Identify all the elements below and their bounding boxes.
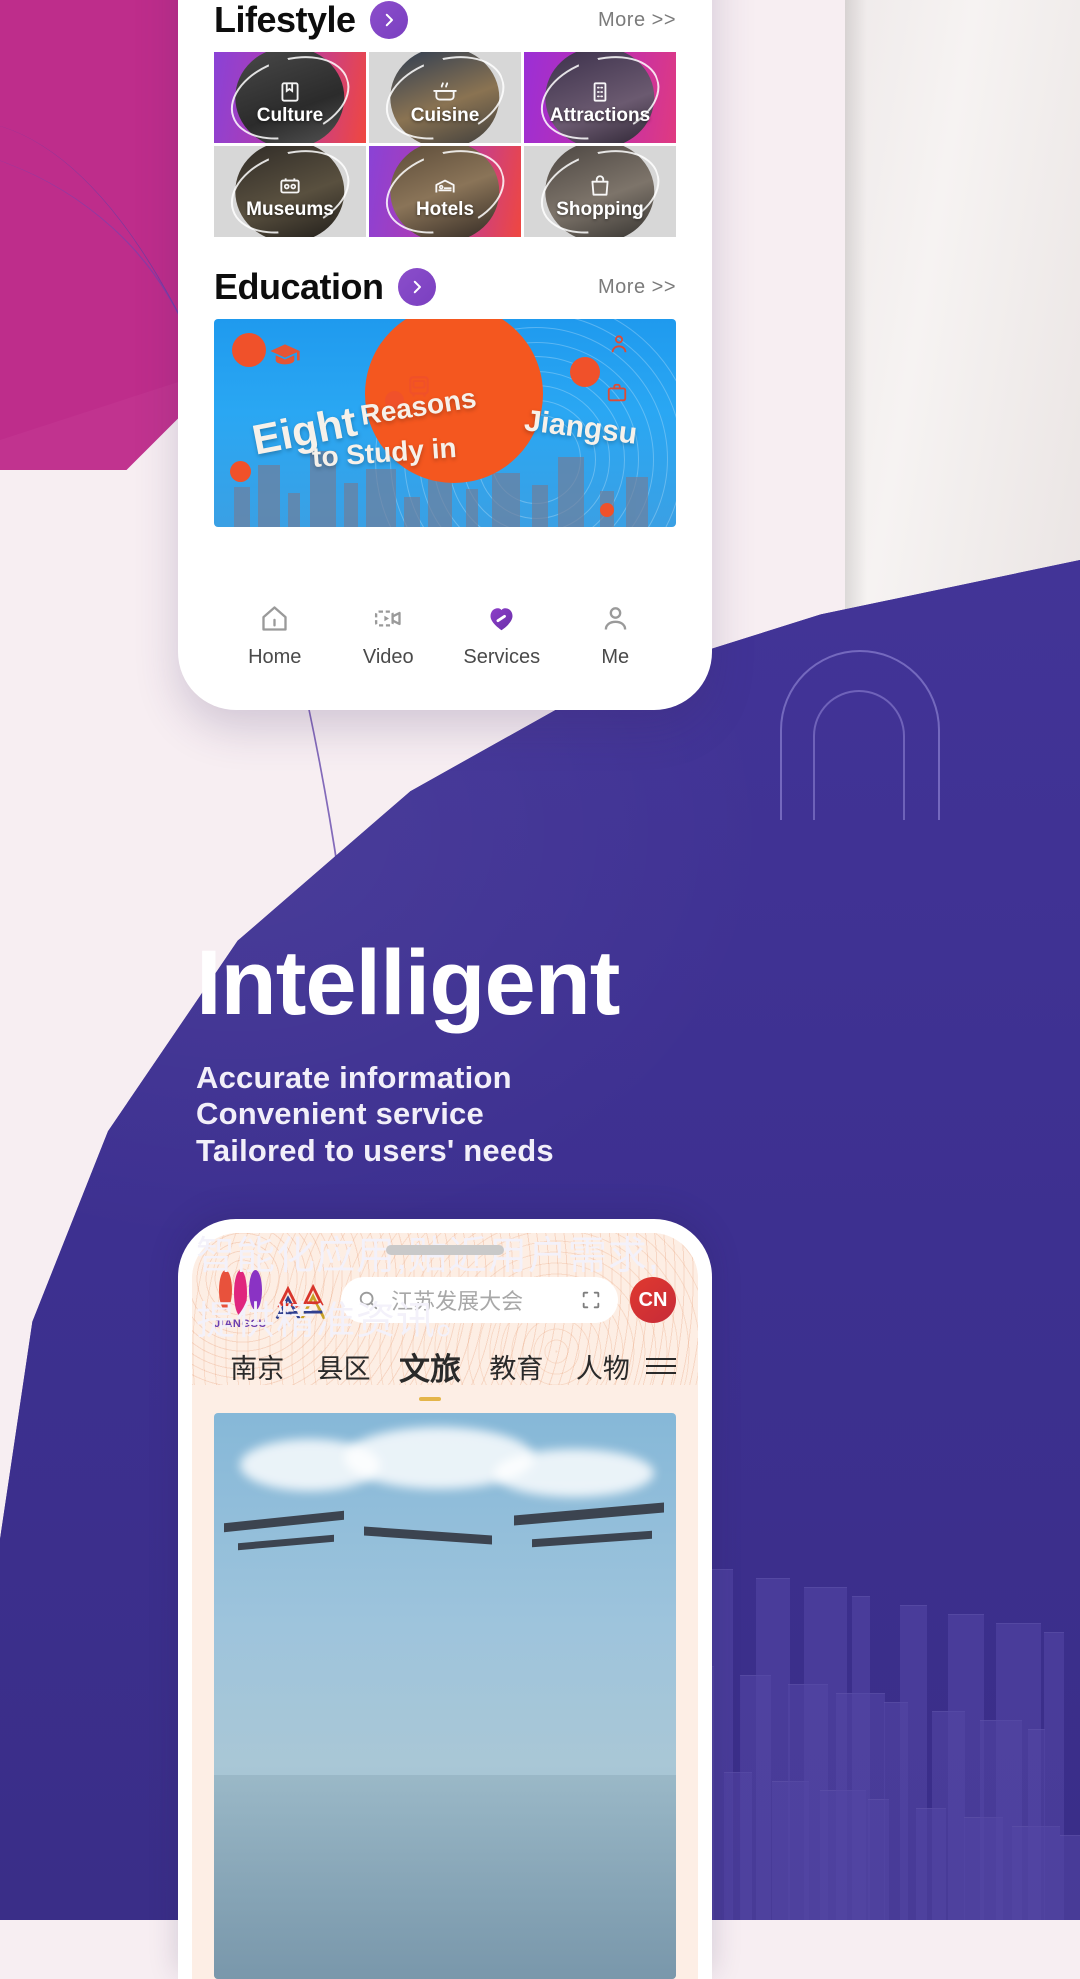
home-icon bbox=[262, 606, 287, 631]
lifestyle-tile-museums[interactable]: Museums bbox=[214, 146, 366, 237]
background-arch-outline-small bbox=[813, 690, 905, 820]
education-header-left: Education bbox=[214, 266, 436, 308]
tile-label: Culture bbox=[256, 105, 324, 126]
lifestyle-tile-cuisine[interactable]: Cuisine bbox=[369, 52, 521, 143]
hero-chinese-line: 提供精准资讯。 bbox=[196, 1300, 477, 1344]
lifestyle-title: Lifestyle bbox=[214, 0, 356, 40]
tab-label: Me bbox=[601, 646, 630, 668]
banner-word-reasons: Reasons bbox=[358, 382, 479, 431]
education-more-link[interactable]: More >> bbox=[598, 276, 676, 299]
phone-mockup-top: Lifestyle More >> Culture Cuisine Attracti… bbox=[178, 0, 712, 710]
chevron-right-icon bbox=[413, 280, 421, 294]
photo-roof bbox=[532, 1530, 652, 1548]
education-banner[interactable]: Eight Reasons to Study in Jiangsu bbox=[214, 319, 676, 527]
lifestyle-tile-culture[interactable]: Culture bbox=[214, 52, 366, 143]
tab-me[interactable]: Me bbox=[559, 602, 673, 669]
bed-icon bbox=[435, 179, 455, 193]
app-content-top: Lifestyle More >> Culture Cuisine Attracti… bbox=[192, 0, 698, 696]
museum-icon bbox=[280, 178, 300, 194]
tab-label: Home bbox=[248, 646, 302, 668]
photo-roof bbox=[514, 1502, 664, 1526]
photo-cloud bbox=[494, 1449, 654, 1497]
lifestyle-tile-attractions[interactable]: Attractions bbox=[524, 52, 676, 143]
hero-subtitle-line: Tailored to users' needs bbox=[196, 1132, 554, 1168]
hero-subtitle-list: Accurate information Convenient service Ta… bbox=[196, 1060, 956, 1170]
bag-icon bbox=[591, 175, 609, 196]
hero-text-block: Intelligent Accurate information Convenie… bbox=[196, 935, 956, 1355]
education-section-header: Education More >> bbox=[192, 255, 698, 319]
pot-icon bbox=[433, 82, 457, 101]
tile-label: Shopping bbox=[556, 199, 644, 220]
person-icon bbox=[604, 607, 627, 630]
hero-chinese-list: 智能化应用,贴近用户需求, 提供精准资讯。 bbox=[196, 1225, 956, 1354]
photo-roof bbox=[364, 1526, 492, 1545]
lifestyle-arrow-button[interactable] bbox=[369, 1, 408, 39]
hero-subtitle-line: Accurate information bbox=[196, 1059, 512, 1095]
lifestyle-section-header: Lifestyle More >> bbox=[192, 0, 698, 52]
bottom-tabbar: Home Video Services Me bbox=[192, 586, 698, 696]
banner-headline: Eight Reasons to Study in Jiangsu bbox=[214, 319, 676, 527]
tile-label: Cuisine bbox=[410, 105, 480, 126]
hero-subtitle-line: Convenient service bbox=[196, 1096, 484, 1132]
lifestyle-more-link[interactable]: More >> bbox=[598, 9, 676, 32]
tab-label: Services bbox=[463, 646, 541, 668]
heart-icon bbox=[490, 608, 513, 631]
background-building bbox=[1028, 1729, 1045, 1920]
tab-services[interactable]: Services bbox=[445, 602, 559, 669]
lifestyle-header-left: Lifestyle bbox=[214, 0, 408, 41]
tab-home[interactable]: Home bbox=[218, 602, 332, 669]
lifestyle-tile-hotels[interactable]: Hotels bbox=[369, 146, 521, 237]
phone-speaker-notch bbox=[386, 1245, 504, 1255]
lifestyle-tile-grid: Culture Cuisine Attractions Museums Hotels Sh… bbox=[192, 52, 698, 237]
photo-water bbox=[214, 1775, 676, 1979]
lifestyle-tile-shopping[interactable]: Shopping bbox=[524, 146, 676, 237]
tile-label: Museums bbox=[246, 199, 334, 220]
hamburger-icon[interactable] bbox=[646, 1358, 677, 1374]
banner-word-jiangsu: Jiangsu bbox=[522, 404, 640, 451]
featured-photo[interactable] bbox=[214, 1413, 676, 1979]
book-icon bbox=[281, 82, 299, 102]
tab-label: Video bbox=[362, 646, 414, 668]
photo-roof bbox=[238, 1534, 334, 1551]
chevron-right-icon bbox=[385, 13, 393, 27]
hero-chinese-line: 智能化应用,贴近用户需求, bbox=[196, 1235, 660, 1279]
tile-label: Hotels bbox=[415, 199, 475, 220]
tab-video[interactable]: Video bbox=[332, 602, 446, 669]
education-arrow-button[interactable] bbox=[397, 268, 436, 306]
background-building bbox=[1060, 1835, 1080, 1920]
video-icon bbox=[374, 610, 401, 627]
tile-label: Attractions bbox=[549, 105, 651, 126]
tower-icon bbox=[593, 82, 607, 102]
hero-title: Intelligent bbox=[196, 932, 620, 1034]
education-title: Education bbox=[214, 266, 384, 307]
photo-roof bbox=[224, 1510, 344, 1533]
phone-screen-top: Lifestyle More >> Culture Cuisine Attracti… bbox=[192, 0, 698, 696]
